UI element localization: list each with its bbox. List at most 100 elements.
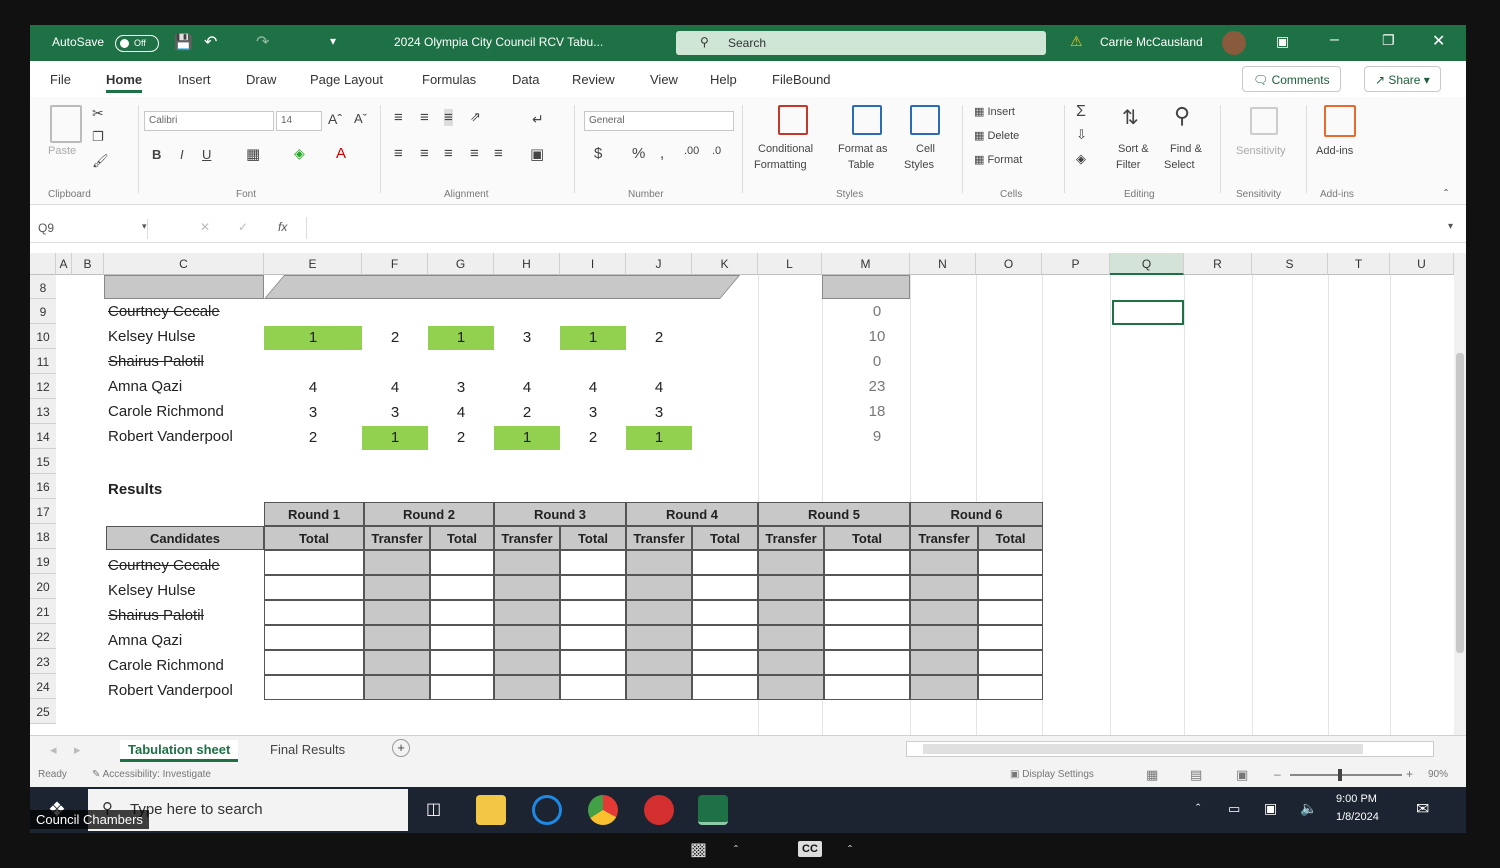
row-header[interactable]: 17 [30, 499, 56, 524]
transfer-cell[interactable] [910, 600, 978, 625]
round-total-cell[interactable] [560, 550, 626, 575]
round-total-cell[interactable] [692, 675, 758, 700]
rank-cell[interactable]: 4 [560, 376, 626, 400]
format-as-table-icon[interactable] [852, 105, 882, 135]
column-header-t[interactable]: T [1328, 253, 1390, 275]
transfer-cell[interactable] [626, 550, 692, 575]
rank-cell[interactable]: 2 [362, 326, 428, 350]
total-header[interactable]: Total [824, 526, 910, 550]
tab-filebound[interactable]: FileBound [772, 72, 831, 87]
decrease-indent-icon[interactable]: ≡ [470, 145, 479, 162]
align-bottom-icon[interactable]: ≡ [444, 109, 453, 126]
minimize-icon[interactable]: – [1330, 31, 1339, 49]
tab-tabulation-sheet[interactable]: Tabulation sheet [120, 740, 239, 762]
round-header[interactable]: Round 4 [626, 502, 758, 526]
format-as-table-label-2[interactable]: Table [848, 159, 874, 171]
page-break-view-icon[interactable]: ▣ [1236, 767, 1248, 783]
transfer-cell[interactable] [626, 625, 692, 650]
round-total-cell[interactable] [430, 550, 494, 575]
align-right-icon[interactable]: ≡ [444, 145, 453, 162]
format-cells-button[interactable]: ▦ Format [974, 153, 1022, 166]
clear-icon[interactable]: ◈ [1076, 151, 1086, 167]
candidate-name[interactable]: Amna Qazi [108, 378, 182, 395]
shrink-font-icon[interactable]: Aˇ [354, 111, 367, 126]
round-total-cell[interactable] [978, 550, 1043, 575]
transfer-cell[interactable] [758, 675, 824, 700]
zoom-level[interactable]: 90% [1428, 769, 1448, 780]
round-total-cell[interactable] [824, 600, 910, 625]
closed-captions-icon[interactable]: CC [798, 841, 822, 857]
result-candidate-name[interactable]: Kelsey Hulse [108, 582, 196, 599]
rank-cell[interactable]: 1 [428, 326, 494, 350]
rank-cell[interactable]: 4 [264, 376, 362, 400]
round-total-cell[interactable] [430, 600, 494, 625]
rank-cell[interactable]: 2 [428, 426, 494, 450]
row-header[interactable]: 20 [30, 574, 56, 599]
transfer-header[interactable]: Transfer [758, 526, 824, 550]
round-total-cell[interactable] [978, 675, 1043, 700]
result-candidate-name[interactable]: Amna Qazi [108, 632, 182, 649]
tab-final-results[interactable]: Final Results [262, 740, 353, 759]
bold-icon[interactable]: B [152, 147, 161, 162]
conditional-formatting-icon[interactable] [778, 105, 808, 135]
grow-font-icon[interactable]: Aˆ [328, 111, 342, 127]
round-total-cell[interactable] [978, 575, 1043, 600]
transfer-cell[interactable] [364, 625, 430, 650]
excel-icon[interactable] [698, 795, 728, 825]
round-total-cell[interactable] [264, 625, 364, 650]
round-total-cell[interactable] [560, 675, 626, 700]
round-header[interactable]: Round 3 [494, 502, 626, 526]
collapse-ribbon-icon[interactable]: ˆ [1444, 187, 1448, 201]
column-header-o[interactable]: O [976, 253, 1042, 275]
row-header[interactable]: 22 [30, 624, 56, 649]
column-header-e[interactable]: E [264, 253, 362, 275]
round-header[interactable]: Round 5 [758, 502, 910, 526]
round-total-cell[interactable] [978, 600, 1043, 625]
row-header[interactable]: 11 [30, 349, 56, 374]
round-total-cell[interactable] [692, 650, 758, 675]
transfer-cell[interactable] [494, 600, 560, 625]
column-header-p[interactable]: P [1042, 253, 1110, 275]
column-header-a[interactable]: A [56, 253, 72, 275]
zoom-in-icon[interactable]: + [1406, 767, 1413, 781]
column-header-k[interactable]: K [692, 253, 758, 275]
round-total-cell[interactable] [560, 650, 626, 675]
fill-color-icon[interactable]: ◈ [294, 145, 305, 162]
column-header-h[interactable]: H [494, 253, 560, 275]
round-total-cell[interactable] [692, 550, 758, 575]
round-total-cell[interactable] [430, 625, 494, 650]
round-total-cell[interactable] [692, 575, 758, 600]
row-header[interactable]: 14 [30, 424, 56, 449]
row-header[interactable]: 23 [30, 649, 56, 674]
find-select-label-2[interactable]: Select [1164, 159, 1195, 171]
insert-function-icon[interactable]: fx [278, 220, 287, 234]
transfer-cell[interactable] [364, 550, 430, 575]
normal-view-icon[interactable]: ▦ [1146, 767, 1158, 783]
candidate-name[interactable]: Robert Vanderpool [108, 428, 233, 445]
display-settings-button[interactable]: ▣ Display Settings [1010, 769, 1094, 780]
vertical-scrollbar[interactable] [1454, 253, 1466, 735]
row-header[interactable]: 8 [30, 275, 56, 299]
round-total-cell[interactable] [978, 625, 1043, 650]
result-candidate-name[interactable]: Shairus Palotil [108, 607, 204, 624]
transfer-cell[interactable] [626, 575, 692, 600]
horizontal-scrollbar[interactable] [906, 741, 1434, 757]
result-candidate-name[interactable]: Courtney Cecale [108, 557, 220, 574]
transfer-header[interactable]: Transfer [910, 526, 978, 550]
zoom-out-icon[interactable]: – [1274, 767, 1281, 781]
insert-cells-button[interactable]: ▦ Insert [974, 105, 1015, 118]
align-center-icon[interactable]: ≡ [420, 145, 429, 162]
transfer-cell[interactable] [758, 650, 824, 675]
round-total-cell[interactable] [560, 575, 626, 600]
merge-center-icon[interactable]: ▣ [530, 145, 544, 163]
row-header[interactable]: 9 [30, 299, 56, 324]
sort-filter-label-2[interactable]: Filter [1116, 159, 1140, 171]
transfer-cell[interactable] [758, 575, 824, 600]
rank-cell[interactable]: 4 [428, 401, 494, 425]
rank-cell[interactable]: 1 [626, 426, 692, 450]
candidate-name[interactable]: Courtney Cecale [108, 303, 220, 320]
chat-options-icon[interactable]: ˆ [734, 843, 738, 857]
transfer-cell[interactable] [626, 650, 692, 675]
document-title[interactable]: 2024 Olympia City Council RCV Tabu... [394, 35, 603, 49]
notifications-icon[interactable]: ✉ [1416, 799, 1429, 819]
